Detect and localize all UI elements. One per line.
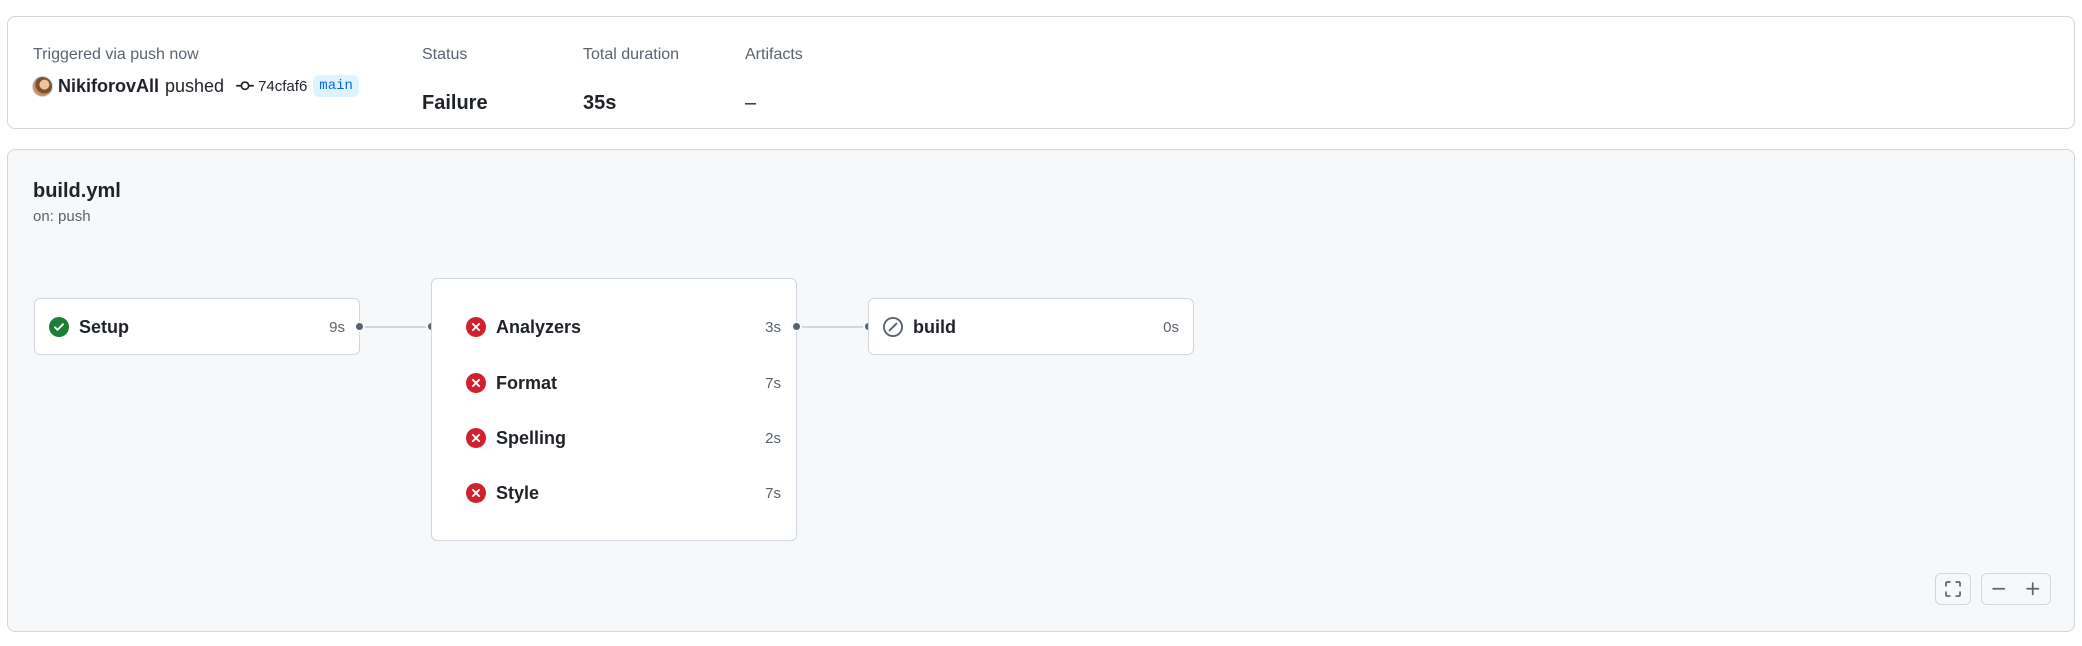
zoom-controls xyxy=(1981,573,2051,605)
duration-value: 35s xyxy=(583,92,617,114)
status-section: Status Failure xyxy=(422,45,488,114)
commit-sha-link[interactable]: 74cfaf6 xyxy=(258,78,307,95)
zoom-in-button[interactable] xyxy=(2016,574,2050,604)
job-duration: 7s xyxy=(765,484,781,502)
connector-dot xyxy=(791,321,802,332)
job-spelling[interactable]: Spelling 2s xyxy=(466,423,781,453)
job-duration: 9s xyxy=(329,318,345,336)
job-name: Style xyxy=(496,482,540,503)
trigger-details: NikiforovAll pushed 74cfaf6 main xyxy=(32,73,359,99)
workflow-trigger: on: push xyxy=(33,208,91,225)
plus-icon xyxy=(2026,582,2040,596)
fullscreen-button[interactable] xyxy=(1935,573,1971,605)
run-summary-panel: Triggered via push now NikiforovAll push… xyxy=(7,16,2075,129)
job-analyzers[interactable]: Analyzers 3s xyxy=(466,312,781,342)
status-label: Status xyxy=(422,46,468,63)
job-duration: 3s xyxy=(765,318,781,336)
action-text: pushed xyxy=(165,75,225,96)
duration-label: Total duration xyxy=(583,46,680,63)
x-circle-fill-icon xyxy=(466,317,486,337)
job-name: Format xyxy=(496,372,558,393)
x-circle-fill-icon xyxy=(466,483,486,503)
job-setup-card[interactable]: Setup 9s xyxy=(34,298,360,355)
branch-badge[interactable]: main xyxy=(313,75,359,97)
check-circle-fill-icon xyxy=(49,317,69,337)
artifacts-section: Artifacts – xyxy=(745,45,803,114)
workflow-file-name[interactable]: build.yml xyxy=(33,180,121,203)
job-style[interactable]: Style 7s xyxy=(466,478,781,508)
connector-dot xyxy=(354,321,365,332)
connector-line xyxy=(365,326,430,328)
artifacts-value: – xyxy=(745,92,757,114)
avatar[interactable] xyxy=(32,75,53,97)
job-duration: 7s xyxy=(765,374,781,392)
job-name: Analyzers xyxy=(496,316,582,337)
job-name: Setup xyxy=(79,316,130,337)
actor-link[interactable]: NikiforovAll xyxy=(58,76,159,97)
screen-full-icon xyxy=(1936,574,1970,604)
artifacts-label: Artifacts xyxy=(745,46,803,63)
connector-line xyxy=(802,326,867,328)
zoom-out-button[interactable] xyxy=(1982,574,2016,604)
duration-section: Total duration 35s xyxy=(583,45,680,114)
skip-icon xyxy=(883,317,903,337)
x-circle-fill-icon xyxy=(466,373,486,393)
dash-icon xyxy=(1992,587,2006,590)
job-format[interactable]: Format 7s xyxy=(466,368,781,398)
job-build[interactable]: build 0s xyxy=(883,312,1179,342)
status-value: Failure xyxy=(422,92,488,114)
x-circle-fill-icon xyxy=(466,428,486,448)
job-group-card: Analyzers 3s Format 7s Spelling 2s Style… xyxy=(431,278,797,541)
job-duration: 2s xyxy=(765,429,781,447)
trigger-section: Triggered via push now xyxy=(33,45,199,65)
job-name: Spelling xyxy=(496,427,567,448)
job-duration: 0s xyxy=(1163,318,1179,336)
job-setup[interactable]: Setup 9s xyxy=(49,312,345,342)
git-commit-icon xyxy=(236,77,255,95)
workflow-graph-panel: build.yml on: push Setup 9s Analyzers 3s… xyxy=(7,149,2075,632)
job-name: build xyxy=(913,316,956,337)
job-build-card[interactable]: build 0s xyxy=(868,298,1194,355)
trigger-label: Triggered via push now xyxy=(33,46,199,63)
